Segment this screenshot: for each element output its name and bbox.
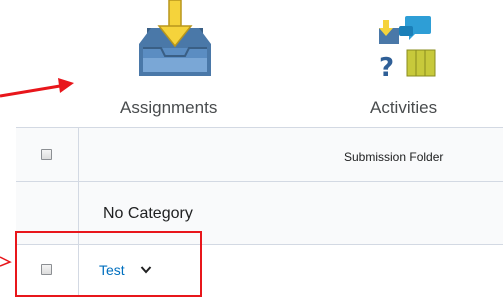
annotation-arrow-bottom (0, 256, 12, 267)
activities-label: Activities (370, 98, 438, 117)
activities-grid-icon: ? (379, 16, 436, 80)
select-all-checkbox[interactable] (41, 149, 52, 160)
category-label: No Category (103, 205, 193, 222)
assignments-label: Assignments (120, 98, 218, 117)
column-separator (78, 128, 79, 181)
svg-text:?: ? (379, 53, 394, 80)
submission-folder-header[interactable]: Submission Folder (344, 150, 443, 164)
annotation-highlight-box (15, 231, 202, 297)
assignments-tool[interactable]: Assignments (110, 0, 240, 122)
annotation-arrow-top (0, 78, 74, 98)
table-header-row: Submission Folder (16, 128, 503, 182)
inbox-tray-down-arrow-icon (139, 0, 211, 76)
activities-tool[interactable]: ? Activities (352, 0, 462, 122)
